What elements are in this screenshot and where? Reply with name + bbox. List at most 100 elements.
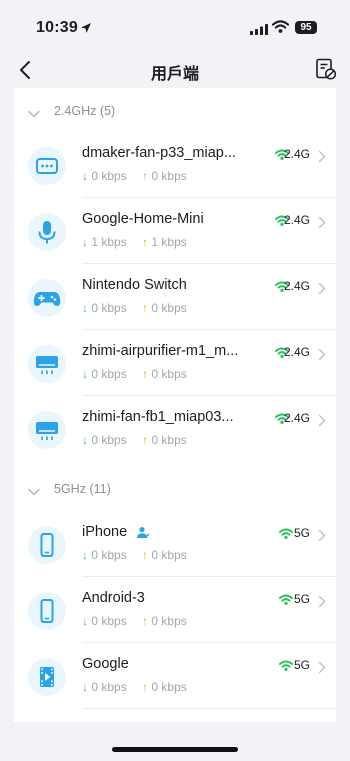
download-rate: 0 kbps	[91, 367, 127, 381]
band-label: 5G	[293, 658, 310, 672]
row-divider	[82, 395, 336, 396]
section-header-5ghz[interactable]: 5GHz (11)	[14, 469, 336, 509]
chevron-down-icon	[28, 483, 40, 501]
upload-arrow-icon: ↑	[142, 235, 149, 249]
wifi-signal-icon	[279, 658, 293, 676]
home-indicator[interactable]	[112, 747, 238, 752]
chevron-down-icon	[28, 105, 40, 123]
section-header-2.4ghz[interactable]: 2.4GHz (5)	[14, 91, 336, 131]
location-arrow-icon	[80, 21, 92, 39]
download-arrow-icon: ↓	[82, 367, 88, 381]
cellular-signal-icon	[250, 22, 268, 40]
status-bar: 10:39 95	[0, 0, 350, 52]
row-divider	[82, 197, 336, 198]
wifi-signal-icon	[279, 592, 293, 610]
band-label: 2.4G	[283, 411, 310, 425]
band-label: 5G	[293, 592, 310, 606]
row-divider	[82, 708, 336, 709]
download-rate: 0 kbps	[91, 169, 127, 183]
chevron-right-icon	[318, 414, 326, 432]
device-row[interactable]: iPhone ↓ 0 kbps ↑ 0 kbps 5G	[14, 512, 336, 577]
band-label: 5G	[293, 526, 310, 540]
device-row[interactable]: dmaker-fan-p33_miap... ↓ 0 kbps ↑ 0 kbps…	[14, 133, 336, 198]
upload-rate: 0 kbps	[151, 548, 187, 562]
traffic-rates: ↓ 1 kbps ↑ 1 kbps	[82, 235, 187, 249]
traffic-rates: ↓ 0 kbps ↑ 0 kbps	[82, 548, 187, 562]
upload-arrow-icon: ↑	[142, 433, 149, 447]
device-name: Google	[82, 656, 129, 672]
smartphone-icon	[28, 592, 66, 630]
download-arrow-icon: ↓	[82, 301, 88, 315]
client-list: 2.4GHz (5) dmaker-fan-p33_miap... ↓ 0 kb…	[14, 88, 336, 722]
media-player-icon	[28, 658, 66, 696]
band-label: 2.4G	[283, 147, 310, 161]
device-name: Android-3	[82, 590, 145, 606]
gamepad-icon	[28, 279, 66, 317]
device-row[interactable]: Android-3 ↓ 0 kbps ↑ 0 kbps 5G	[14, 578, 336, 643]
row-divider	[82, 576, 336, 577]
row-divider	[82, 263, 336, 264]
device-row[interactable]: zhimi-airpurifier-m1_m... ↓ 0 kbps ↑ 0 k…	[14, 331, 336, 396]
upload-arrow-icon: ↑	[142, 367, 149, 381]
device-name: iPhone	[82, 524, 128, 540]
chevron-right-icon	[318, 150, 326, 168]
traffic-rates: ↓ 0 kbps ↑ 0 kbps	[82, 169, 187, 183]
device-row[interactable]: Google-Home-Mini ↓ 1 kbps ↑ 1 kbps 2.4G	[14, 199, 336, 264]
upload-arrow-icon: ↑	[142, 680, 149, 694]
wifi-signal-icon	[279, 526, 293, 544]
section-label: 2.4GHz (5)	[54, 104, 116, 118]
smartphone-icon	[28, 526, 66, 564]
chevron-right-icon	[318, 282, 326, 300]
section-label: 5GHz (11)	[54, 482, 111, 496]
traffic-rates: ↓ 0 kbps ↑ 0 kbps	[82, 433, 187, 447]
wifi-status-icon	[271, 20, 290, 38]
upload-rate: 0 kbps	[151, 433, 187, 447]
air-conditioner-icon	[28, 345, 66, 383]
navigation-bar: 用戶端	[0, 52, 350, 88]
upload-arrow-icon: ↑	[142, 548, 149, 562]
upload-arrow-icon: ↑	[142, 614, 149, 628]
band-label: 2.4G	[283, 345, 310, 359]
traffic-rates: ↓ 0 kbps ↑ 0 kbps	[82, 614, 187, 628]
download-arrow-icon: ↓	[82, 433, 88, 447]
upload-rate: 0 kbps	[151, 680, 187, 694]
chevron-right-icon	[318, 595, 326, 613]
battery-indicator: 95	[295, 21, 317, 34]
chevron-right-icon	[318, 216, 326, 234]
status-time: 10:39	[36, 19, 78, 36]
row-divider	[82, 329, 336, 330]
device-name: dmaker-fan-p33_miap...	[82, 145, 236, 161]
chevron-right-icon	[318, 348, 326, 366]
traffic-rates: ↓ 0 kbps ↑ 0 kbps	[82, 367, 187, 381]
traffic-rates: ↓ 0 kbps ↑ 0 kbps	[82, 301, 187, 315]
upload-arrow-icon: ↑	[142, 169, 149, 183]
device-row[interactable]: Google ↓ 0 kbps ↑ 0 kbps 5G	[14, 644, 336, 709]
row-divider	[82, 642, 336, 643]
upload-arrow-icon: ↑	[142, 301, 149, 315]
upload-rate: 0 kbps	[151, 367, 187, 381]
device-box-icon	[28, 147, 66, 185]
download-rate: 0 kbps	[91, 614, 127, 628]
download-rate: 0 kbps	[91, 301, 127, 315]
download-rate: 1 kbps	[91, 235, 127, 249]
upload-rate: 0 kbps	[151, 614, 187, 628]
device-name: Nintendo Switch	[82, 277, 187, 293]
device-row[interactable]: zhimi-fan-fb1_miap03... ↓ 0 kbps ↑ 0 kbp…	[14, 397, 336, 462]
device-row[interactable]: Nintendo Switch ↓ 0 kbps ↑ 0 kbps 2.4G	[14, 265, 336, 330]
chevron-right-icon	[318, 661, 326, 679]
chevron-right-icon	[318, 529, 326, 547]
download-arrow-icon: ↓	[82, 169, 88, 183]
upload-rate: 1 kbps	[151, 235, 187, 249]
download-rate: 0 kbps	[91, 548, 127, 562]
person-icon	[136, 526, 150, 545]
upload-rate: 0 kbps	[151, 301, 187, 315]
blocked-list-button[interactable]	[314, 57, 338, 81]
traffic-rates: ↓ 0 kbps ↑ 0 kbps	[82, 680, 187, 694]
page-title: 用戶端	[150, 66, 199, 83]
device-name: zhimi-fan-fb1_miap03...	[82, 409, 234, 425]
download-arrow-icon: ↓	[82, 235, 88, 249]
download-arrow-icon: ↓	[82, 548, 88, 562]
device-name: Google-Home-Mini	[82, 211, 204, 227]
device-name: zhimi-airpurifier-m1_m...	[82, 343, 239, 359]
download-rate: 0 kbps	[91, 433, 127, 447]
